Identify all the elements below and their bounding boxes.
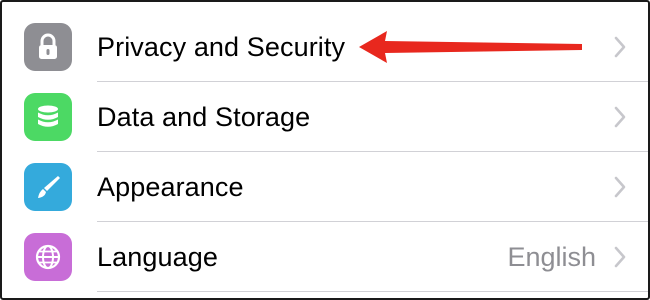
settings-row-label: Privacy and Security bbox=[97, 31, 346, 62]
globe-icon bbox=[35, 244, 61, 270]
chevron-right-icon bbox=[612, 104, 628, 130]
language-icon-tile bbox=[24, 233, 72, 281]
settings-row-label: Appearance bbox=[97, 171, 244, 202]
settings-row-label: Data and Storage bbox=[97, 101, 311, 132]
privacy-icon-tile bbox=[24, 23, 72, 71]
appearance-icon-tile bbox=[24, 163, 72, 211]
database-icon bbox=[38, 105, 58, 127]
data-storage-icon-tile bbox=[24, 93, 72, 141]
row-divider bbox=[97, 291, 648, 292]
lock-icon bbox=[39, 33, 57, 59]
settings-row-appearance[interactable]: Appearance bbox=[2, 152, 648, 222]
screenshot-frame: Privacy and Security Data and Storage Ap… bbox=[0, 0, 650, 300]
chevron-right-icon bbox=[612, 174, 628, 200]
settings-row-data-and-storage[interactable]: Data and Storage bbox=[2, 82, 648, 152]
chevron-right-icon bbox=[612, 244, 628, 270]
brush-icon bbox=[38, 176, 60, 198]
settings-row-label: Language bbox=[97, 241, 218, 272]
chevron-right-icon bbox=[612, 34, 628, 60]
language-value: English bbox=[507, 241, 596, 272]
annotation-arrow-icon bbox=[359, 31, 582, 63]
settings-row-language[interactable]: Language English bbox=[2, 222, 648, 292]
